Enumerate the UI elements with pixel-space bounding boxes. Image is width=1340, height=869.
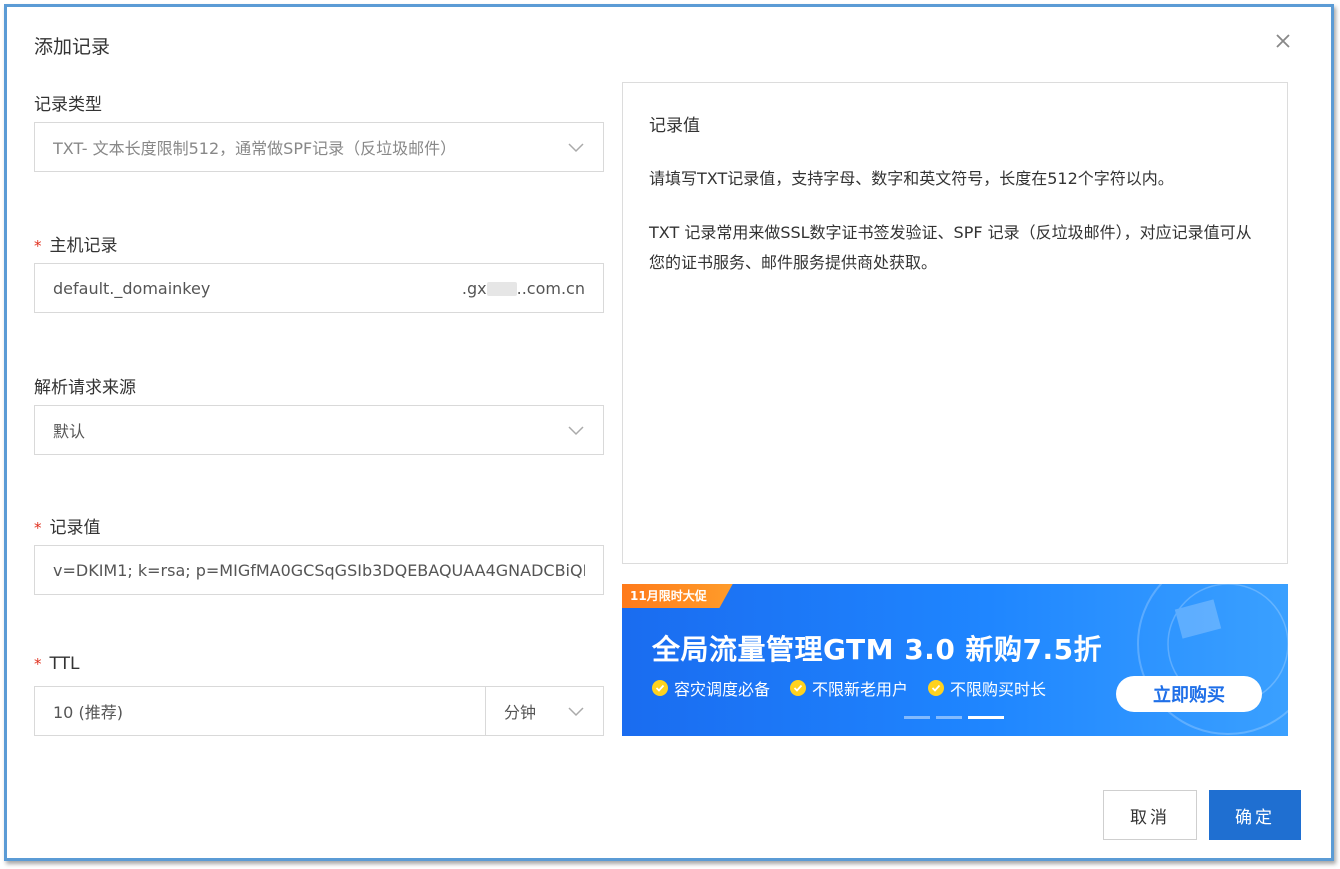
cancel-button[interactable]: 取消 xyxy=(1103,790,1197,840)
host-record-value: default._domainkey xyxy=(53,278,211,298)
chevron-down-icon xyxy=(568,143,584,153)
ttl-input[interactable]: 10 (推荐) xyxy=(34,686,486,736)
resolve-source-value: 默认 xyxy=(53,422,86,441)
record-value-input[interactable]: v=DKIM1; k=rsa; p=MIGfMA0GCSqGSIb3DQEBAQ… xyxy=(34,545,604,595)
help-title: 记录值 xyxy=(649,116,700,136)
promo-title: 全局流量管理GTM 3.0 新购7.5折 xyxy=(652,633,1103,666)
host-record-input[interactable]: default._domainkey .gx ..com.cn xyxy=(34,263,604,313)
domain-suffix: .gx ..com.cn xyxy=(462,279,585,298)
dialog-title: 添加记录 xyxy=(34,36,111,58)
record-type-label: 记录类型 xyxy=(34,95,102,115)
carousel-dot-active[interactable] xyxy=(968,716,1004,719)
close-icon[interactable] xyxy=(1270,28,1296,54)
buy-now-button[interactable]: 立即购买 xyxy=(1116,676,1262,712)
help-panel: 记录值 请填写TXT记录值，支持字母、数字和英文符号，长度在512个字符以内。 … xyxy=(622,82,1288,564)
domain-suffix-start: .gx xyxy=(461,278,487,298)
check-icon xyxy=(790,680,807,696)
ttl-label: * TTL xyxy=(34,654,79,674)
domain-suffix-end: ..com.cn xyxy=(516,278,585,298)
promo-feature: 容灾调度必备 xyxy=(652,676,770,700)
chevron-down-icon xyxy=(568,707,584,717)
required-mark: * xyxy=(34,519,42,537)
carousel-dot[interactable] xyxy=(936,716,962,719)
help-paragraph: TXT 记录常用来做SSL数字证书签发验证、SPF 记录（反垃圾邮件），对应记录… xyxy=(649,223,1252,272)
confirm-button[interactable]: 确定 xyxy=(1209,790,1301,840)
check-icon xyxy=(928,680,945,696)
promo-feature-text: 不限新老用户 xyxy=(812,680,909,699)
redacted-block xyxy=(486,282,517,296)
record-type-select[interactable]: TXT- 文本长度限制512，通常做SPF记录（反垃圾邮件） xyxy=(34,122,604,172)
resolve-source-label: 解析请求来源 xyxy=(34,378,136,398)
ttl-unit-value: 分钟 xyxy=(504,703,537,722)
ttl-unit-select[interactable]: 分钟 xyxy=(485,686,604,736)
record-value-label: * 记录值 xyxy=(34,513,101,538)
carousel-indicator xyxy=(904,716,1004,719)
promo-feature: 不限新老用户 xyxy=(790,676,908,700)
record-type-value: TXT- 文本长度限制512，通常做SPF记录（反垃圾邮件） xyxy=(53,139,457,158)
ttl-value: 10 (推荐) xyxy=(53,703,123,722)
required-mark: * xyxy=(34,237,42,255)
check-icon xyxy=(652,680,668,696)
required-mark: * xyxy=(34,655,42,673)
promo-features: 容灾调度必备 不限新老用户 不限购买时长 xyxy=(652,676,1046,700)
promo-feature: 不限购买时长 xyxy=(928,676,1046,700)
host-record-label: * 主机记录 xyxy=(34,231,118,256)
promo-ribbon: 11月限时大促 xyxy=(622,584,733,608)
record-value-label-text: 记录值 xyxy=(49,518,101,538)
promo-feature-text: 不限购买时长 xyxy=(950,680,1047,699)
help-paragraph: 请填写TXT记录值，支持字母、数字和英文符号，长度在512个字符以内。 xyxy=(649,169,1174,188)
promo-banner[interactable]: 11月限时大促 全局流量管理GTM 3.0 新购7.5折 容灾调度必备 不限新老… xyxy=(622,584,1288,736)
chevron-down-icon xyxy=(568,426,584,436)
host-record-label-text: 主机记录 xyxy=(49,236,118,256)
ttl-label-text: TTL xyxy=(49,654,80,674)
carousel-dot[interactable] xyxy=(904,716,930,719)
resolve-source-select[interactable]: 默认 xyxy=(34,405,604,455)
record-value-text: v=DKIM1; k=rsa; p=MIGfMA0GCSqGSIb3DQEBAQ… xyxy=(53,560,585,580)
promo-feature-text: 容灾调度必备 xyxy=(674,680,771,699)
